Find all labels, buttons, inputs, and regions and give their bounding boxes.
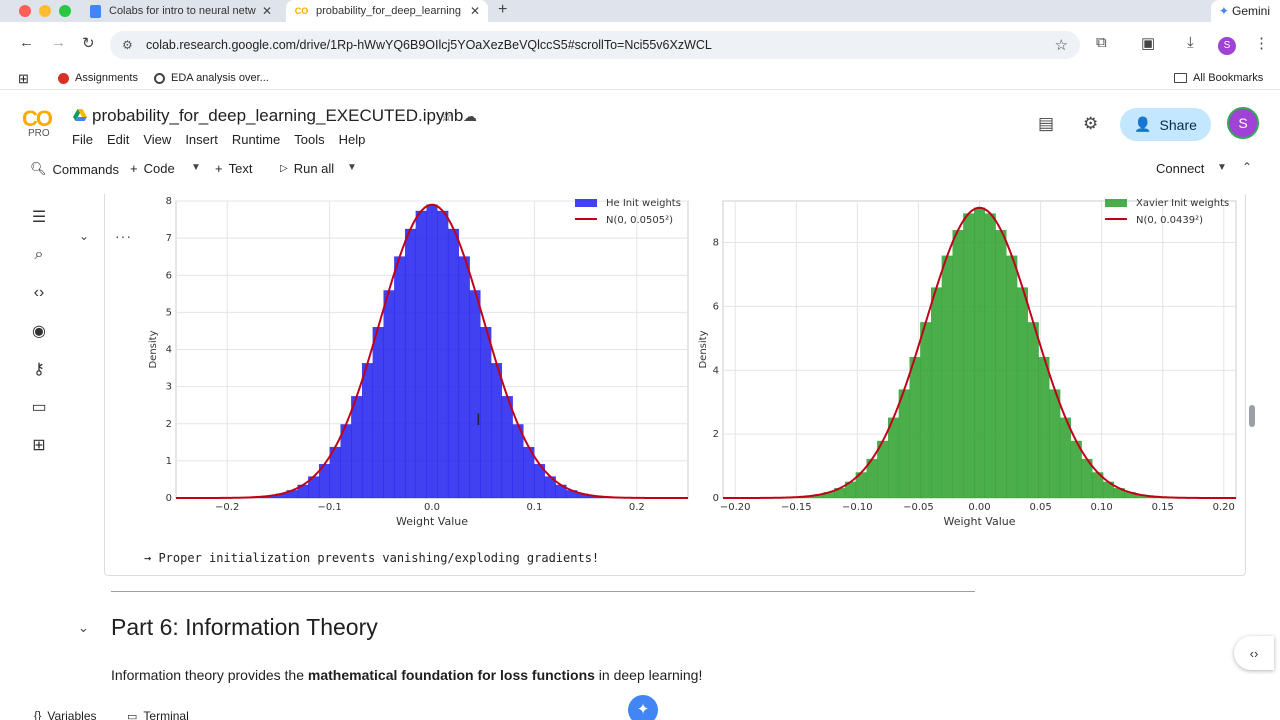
terminal-icon: ▭ (127, 710, 138, 720)
histogram-bar (394, 256, 406, 499)
histogram-bar (920, 322, 932, 499)
histogram-bar (501, 396, 513, 499)
gemini-assist-button[interactable]: ✦ (628, 695, 658, 720)
variables-tab[interactable]: {} Variables (34, 709, 97, 720)
x-axis-label: Weight Value (943, 515, 1015, 528)
x-axis-label: Weight Value (396, 515, 468, 528)
legend-label: Xavier Init weights (1136, 198, 1229, 209)
y-tick-label: 7 (166, 233, 172, 244)
code-brackets-icon: ‹› (1249, 645, 1259, 661)
x-tick-label: 0.05 (1029, 502, 1051, 513)
x-tick-label: 0.20 (1213, 502, 1235, 513)
histogram-bar (898, 389, 910, 499)
histogram-bar (404, 228, 417, 499)
histogram-bar (995, 230, 1007, 499)
x-tick-label: 0.10 (1091, 502, 1113, 513)
x-tick-label: 0.2 (629, 502, 645, 513)
histogram-bar (973, 207, 986, 499)
histogram-bar (909, 357, 921, 499)
histogram-bar (426, 204, 438, 499)
histogram-bar (415, 210, 427, 499)
x-tick-label: −0.10 (842, 502, 873, 513)
histogram-bar (512, 424, 524, 499)
y-tick-label: 8 (713, 238, 719, 249)
legend-label: N(0, 0.0505²) (606, 215, 673, 226)
x-tick-label: 0.00 (968, 502, 990, 513)
terminal-tab[interactable]: ▭ Terminal (127, 709, 189, 720)
y-tick-label: 4 (166, 345, 172, 356)
x-tick-label: −0.15 (781, 502, 812, 513)
histogram-bar (1006, 255, 1018, 499)
y-tick-label: 6 (713, 301, 719, 312)
histogram-bar (1027, 322, 1039, 499)
output-charts: −0.2 −0.1 0.0 0.1 0.2012345678Weight ValueDe… (148, 196, 1237, 528)
y-tick-label: 2 (713, 429, 719, 440)
histogram-bar (447, 228, 460, 499)
y-tick-label: 5 (166, 307, 172, 318)
cell-output-text: → Proper initialization prevents vanishi… (144, 551, 600, 565)
code-assist-button[interactable]: ‹› (1234, 636, 1274, 670)
histogram-bar (490, 363, 503, 499)
histogram-bar (480, 327, 492, 499)
x-tick-label: 0.15 (1152, 502, 1174, 513)
text-cursor-icon: I (476, 410, 481, 429)
braces-icon: {} (34, 710, 42, 720)
histogram-bar (1049, 389, 1061, 499)
legend-swatch (575, 199, 597, 207)
x-tick-label: 0.0 (424, 502, 440, 513)
section-divider (111, 591, 975, 592)
legend-swatch (1105, 199, 1127, 207)
y-tick-label: 0 (166, 493, 172, 504)
histogram-bar (1016, 287, 1029, 499)
histogram-bar (930, 287, 943, 499)
y-tick-label: 2 (166, 419, 172, 430)
y-axis-label: Density (698, 330, 709, 368)
histogram-bar (437, 210, 449, 499)
y-tick-label: 3 (166, 382, 172, 393)
x-tick-label: −0.20 (720, 502, 751, 513)
histogram-bar (458, 256, 470, 499)
y-tick-label: 4 (713, 365, 719, 376)
y-axis-label: Density (148, 330, 159, 368)
histogram-bar (1059, 417, 1072, 499)
section-collapse-icon[interactable]: ⌄ (78, 620, 89, 636)
histogram-bar (372, 327, 384, 499)
legend-label: N(0, 0.0439²) (1136, 215, 1203, 226)
legend-label: He Init weights (606, 198, 681, 209)
y-tick-label: 8 (166, 196, 172, 207)
y-tick-label: 6 (166, 270, 172, 281)
histogram-bar (984, 213, 996, 499)
y-tick-label: 1 (166, 456, 172, 467)
histogram-bar (952, 230, 964, 499)
x-tick-label: −0.1 (317, 502, 341, 513)
x-tick-label: −0.2 (215, 502, 239, 513)
histogram-bar (887, 417, 900, 499)
histogram-bar (941, 255, 953, 499)
section-heading: Part 6: Information Theory (111, 614, 378, 640)
histogram-bar (340, 424, 352, 499)
histogram-bar (383, 290, 395, 499)
histogram-bar (351, 396, 363, 499)
x-tick-label: 0.1 (526, 502, 542, 513)
histogram-bar (469, 290, 481, 499)
histogram-bar (361, 363, 374, 499)
y-tick-label: 0 (713, 493, 719, 504)
histogram-bar (1038, 357, 1050, 499)
section-paragraph: Information theory provides the mathemat… (111, 667, 703, 683)
scrollbar-thumb[interactable] (1249, 405, 1255, 427)
histogram-bar (963, 213, 975, 499)
x-tick-label: −0.05 (903, 502, 934, 513)
